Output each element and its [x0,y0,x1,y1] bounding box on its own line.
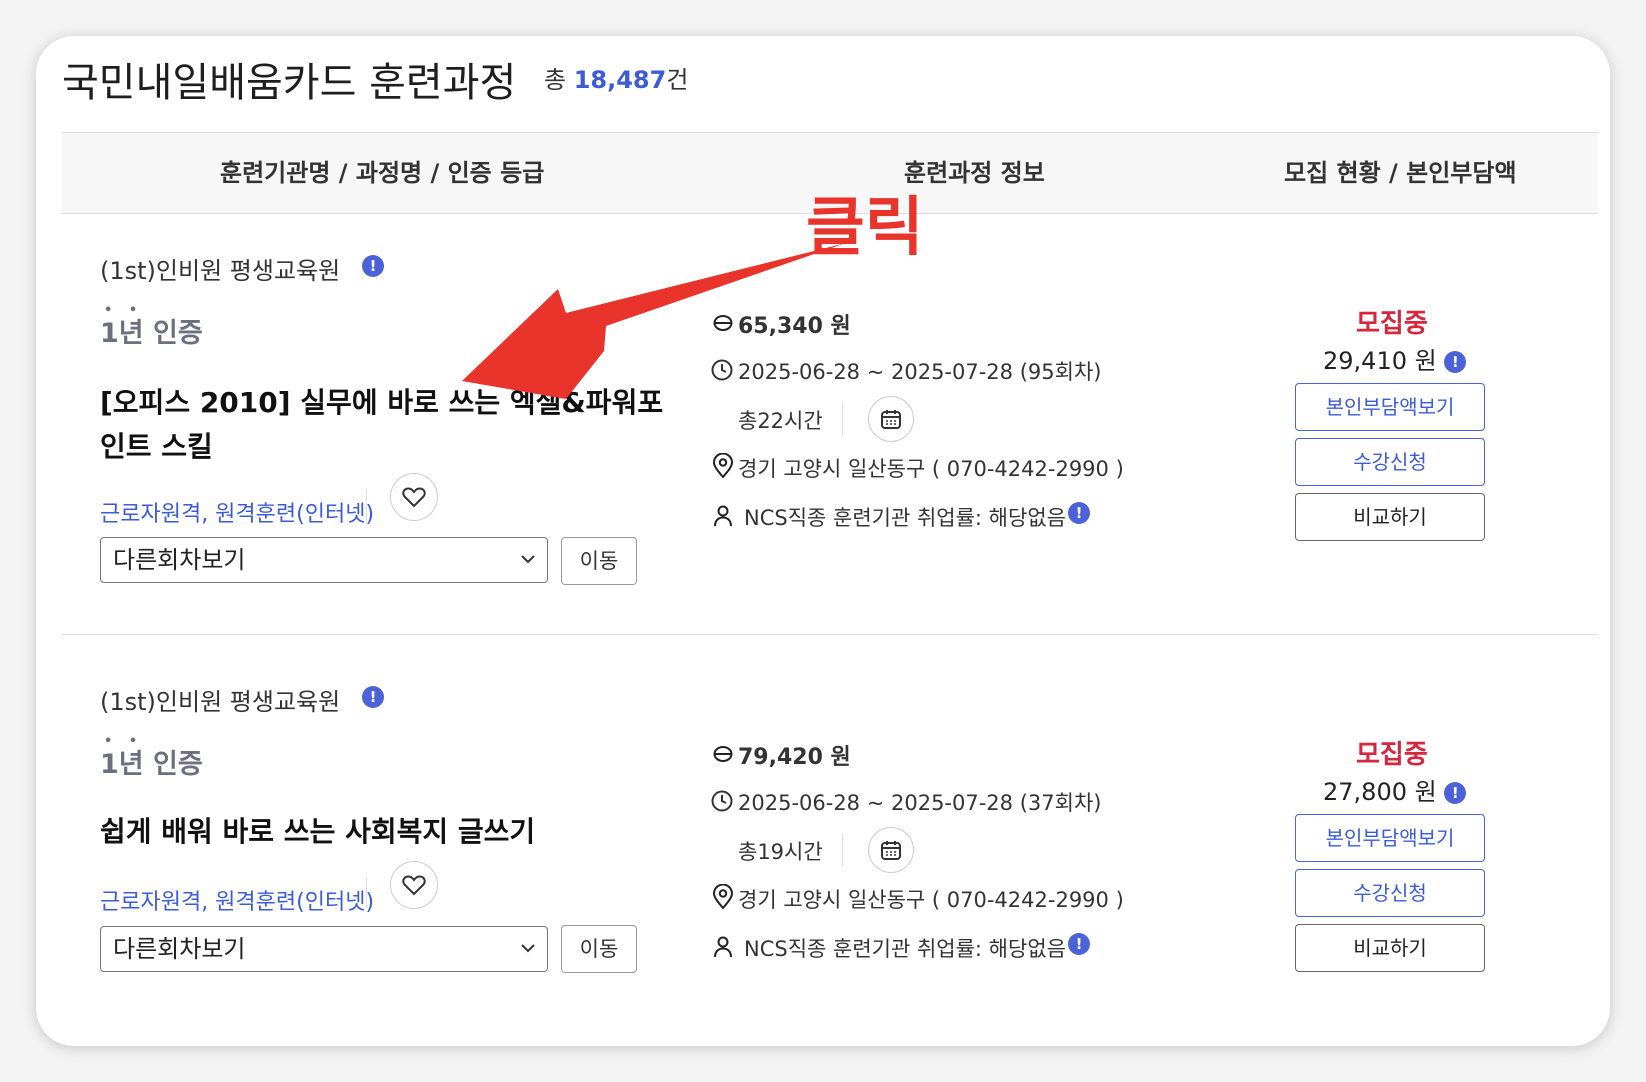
employment-rate: NCS직종 훈련기관 취업률: 해당없음 ! [712,933,1090,963]
divider [366,877,367,909]
calendar-icon [881,410,901,429]
calendar-button[interactable] [868,827,914,873]
result-count-number: 18,487 [573,66,667,94]
column-header-recruitment: 모집 현황 / 본인부담액 [1284,159,1517,187]
course-price: 79,420 원 [712,739,851,771]
page-title: 국민내일배움카드 훈련과정 [62,60,517,106]
person-icon [714,936,732,958]
course-title-link[interactable]: 쉽게 배워 바로 쓰는 사회복지 글쓰기 [100,810,670,854]
training-period: 2025-06-28 ~ 2025-07-28 (37회차) [710,787,1101,817]
calendar-button[interactable] [868,396,914,442]
self-payment-amount: 27,800 원 ! [1323,772,1467,807]
institution-name[interactable]: (1st)인비원 평생교육원! [100,682,384,717]
location-pin-icon [712,453,734,479]
heart-icon [402,875,426,896]
compare-button[interactable]: 비교하기 [1295,924,1485,972]
person-icon [714,505,732,527]
divider [842,834,843,866]
red-arrow-annotation [462,243,846,399]
result-count: 총 18,487건 [544,66,689,94]
chevron-down-icon [521,555,535,564]
column-header-institution: 훈련기관명 / 과정명 / 인증 등급 [220,159,545,187]
recruitment-status: 모집중 [1356,309,1428,339]
badge-dots-icon: • • [104,303,144,318]
round-select-dropdown[interactable]: 다른회차보기 [100,537,548,583]
course-list-item: (1st)인비원 평생교육원! • • 1년 인증 쉽게 배워 바로 쓰는 사회복… [36,644,1610,1046]
item-divider [62,634,1598,635]
certification-badge: • • 1년 인증 [100,303,203,349]
recruitment-status: 모집중 [1356,740,1428,770]
course-type-label: 근로자원격, 원격훈련(인터넷) [100,890,375,915]
divider [366,489,367,521]
move-button[interactable]: 이동 [561,925,637,973]
info-icon[interactable]: ! [1068,502,1090,524]
calendar-icon [881,841,901,860]
coin-icon [713,746,733,762]
badge-dots-icon: • • [104,734,144,749]
favorite-button[interactable] [390,861,438,909]
click-annotation-label: 클릭 [806,191,924,265]
certification-badge: • • 1년 인증 [100,734,203,780]
info-icon[interactable]: ! [1444,782,1467,804]
course-type-label: 근로자원격, 원격훈련(인터넷) [100,502,375,527]
apply-button[interactable]: 수강신청 [1295,438,1485,486]
self-payment-amount: 29,410 원 ! [1323,341,1467,376]
training-course-card: 국민내일배움카드 훈련과정 총 18,487건 훈련기관명 / 과정명 / 인증… [36,36,1610,1046]
institution-location: 경기 고양시 일산동구 ( 070-4242-2990 ) [712,453,1124,483]
info-icon[interactable]: ! [362,686,384,708]
location-pin-icon [712,884,734,910]
info-icon[interactable]: ! [1068,933,1090,955]
favorite-button[interactable] [390,473,438,521]
compare-button[interactable]: 비교하기 [1295,493,1485,541]
info-icon[interactable]: ! [362,255,384,277]
move-button[interactable]: 이동 [561,537,637,585]
apply-button[interactable]: 수강신청 [1295,869,1485,917]
employment-rate: NCS직종 훈련기관 취업률: 해당없음 ! [712,502,1090,532]
info-icon[interactable]: ! [1444,351,1467,373]
institution-location: 경기 고양시 일산동구 ( 070-4242-2990 ) [712,884,1124,914]
institution-name[interactable]: (1st)인비원 평생교육원! [100,251,384,286]
round-select-dropdown[interactable]: 다른회차보기 [100,926,548,972]
training-hours: 총19시간 [738,840,823,864]
self-payment-view-button[interactable]: 본인부담액보기 [1295,383,1485,431]
chevron-down-icon [521,944,535,953]
column-header-course-info: 훈련과정 정보 [904,159,1045,187]
self-payment-view-button[interactable]: 본인부담액보기 [1295,814,1485,862]
heart-icon [402,487,426,508]
clock-icon [711,790,733,812]
